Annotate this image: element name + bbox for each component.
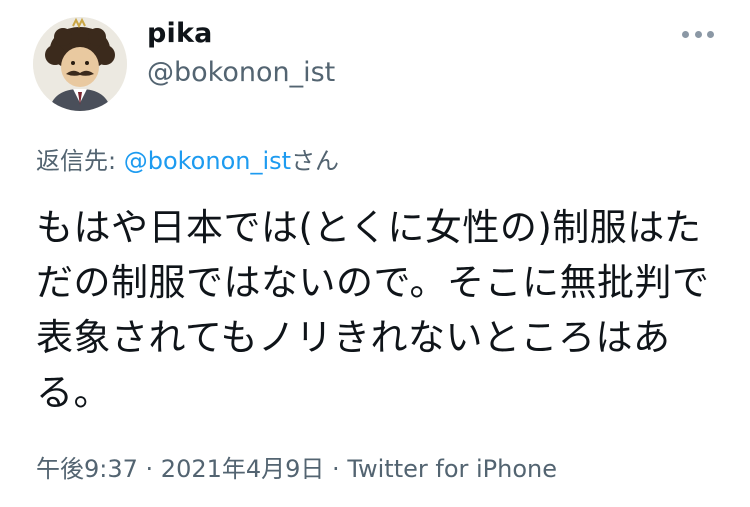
reply-to-suffix: さん <box>291 147 340 175</box>
tweet-card: pika @bokonon_ist 返信先: @bokonon_istさん もは… <box>0 0 750 507</box>
reply-to-prefix: 返信先: <box>36 147 124 175</box>
meta-separator: · <box>324 455 348 483</box>
tweet-time[interactable]: 午後9:37 <box>36 455 138 483</box>
avatar[interactable] <box>33 17 127 111</box>
tweet-meta: 午後9:37 · 2021年4月9日 · Twitter for iPhone <box>36 449 557 484</box>
user-handle[interactable]: @bokonon_ist <box>147 57 335 88</box>
more-options-icon[interactable] <box>682 24 714 44</box>
meta-separator: · <box>137 455 161 483</box>
tweet-source[interactable]: Twitter for iPhone <box>347 455 557 483</box>
more-dot <box>694 30 702 38</box>
tweet-date[interactable]: 2021年4月9日 <box>161 455 325 483</box>
reply-to-line: 返信先: @bokonon_istさん <box>36 141 339 176</box>
more-dot <box>682 30 689 38</box>
tweet-text: もはや日本では(とくに女性の)制服はただの制服ではないので。そこに無批判で表象さ… <box>36 206 710 414</box>
reply-to-mention[interactable]: @bokonon_ist <box>124 147 291 175</box>
display-name[interactable]: pika <box>147 18 213 49</box>
caricature-avatar-icon <box>33 17 127 111</box>
more-dot <box>707 30 714 38</box>
